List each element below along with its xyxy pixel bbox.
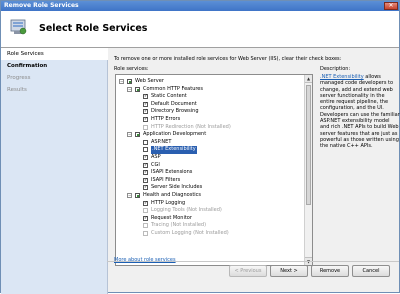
nav-item-confirmation[interactable]: Confirmation	[1, 60, 107, 72]
role-service-label: Logging Tools (Not Installed)	[151, 207, 222, 214]
tree-row[interactable]: ✓ CGI	[116, 162, 302, 170]
server-roles-icon	[10, 19, 27, 35]
description-label: Description:	[320, 66, 351, 72]
role-service-label: HTTP Redirection (Not Installed)	[151, 123, 231, 130]
role-service-label: Directory Browsing	[151, 108, 199, 115]
role-service-checkbox[interactable]: ✓	[143, 94, 148, 100]
title-bar: Remove Role Services ✕	[1, 1, 399, 11]
role-service-label: Application Development	[143, 131, 207, 138]
cancel-button[interactable]: Cancel	[352, 265, 390, 277]
tree-row[interactable]: ✓ Directory Browsing	[116, 108, 302, 116]
tree-row[interactable]: − Web Server	[116, 78, 302, 86]
role-service-checkbox[interactable]: ✓	[143, 215, 148, 221]
remove-button[interactable]: Remove	[311, 265, 349, 277]
tree-row[interactable]: − Health and Diagnostics	[116, 192, 302, 200]
tree-row[interactable]: ✓ Request Monitor	[116, 215, 302, 223]
role-service-label: Default Document	[151, 100, 197, 107]
tree-row[interactable]: Logging Tools (Not Installed)	[116, 207, 302, 215]
role-service-label: Server Side Includes	[151, 184, 203, 191]
tree-row[interactable]: ✓ Server Side Includes	[116, 184, 302, 192]
collapse-toggle-icon[interactable]: −	[127, 86, 132, 92]
tree-row[interactable]: − Application Development	[116, 131, 302, 139]
role-service-label: .NET Extensibility	[151, 146, 197, 154]
tree-scrollbar[interactable]: ▲ ▼	[304, 75, 312, 265]
role-service-label: HTTP Errors	[151, 116, 181, 122]
role-service-checkbox[interactable]	[143, 139, 148, 145]
role-service-checkbox[interactable]	[135, 86, 140, 92]
role-service-checkbox[interactable]: ✓	[143, 117, 148, 122]
footer-divider	[107, 261, 399, 262]
role-service-label: ASP.NET	[151, 138, 172, 145]
role-service-checkbox[interactable]: ✓	[143, 185, 148, 191]
collapse-toggle-icon[interactable]: −	[127, 132, 132, 138]
tree-row[interactable]: ✓ ISAPI Filters	[116, 177, 302, 185]
tree-row[interactable]: Custom Logging (Not Installed)	[116, 230, 302, 238]
role-services-label: Role services:	[114, 66, 149, 72]
tree-row[interactable]: ✓ HTTP Errors	[116, 116, 302, 124]
role-service-checkbox	[143, 231, 148, 236]
tree-row[interactable]: ✓ Static Content	[116, 93, 302, 101]
description-text: .NET Extensibility allows managed code d…	[320, 74, 400, 150]
role-service-checkbox[interactable]: ✓	[143, 170, 148, 176]
tree-row[interactable]: ✓ ASP	[116, 154, 302, 162]
role-service-label: Custom Logging (Not Installed)	[151, 230, 229, 236]
role-services-tree[interactable]: − Web Server − Common HTTP Features ✓ Static …	[115, 74, 313, 266]
tree-row[interactable]: ✓ ISAPI Extensions	[116, 169, 302, 177]
nav-item-role-services[interactable]: Role Services	[1, 48, 108, 60]
description-link[interactable]: .NET Extensibility	[320, 74, 364, 80]
tree-row[interactable]: Tracing (Not Installed)	[116, 222, 302, 230]
role-service-label: ISAPI Filters	[151, 176, 181, 183]
role-service-checkbox	[143, 208, 148, 214]
role-service-checkbox	[143, 124, 148, 130]
role-service-label: ASP	[151, 154, 161, 160]
role-service-label: CGI	[151, 161, 160, 168]
tree-list: − Web Server − Common HTTP Features ✓ Static …	[116, 75, 303, 265]
window-title: Remove Role Services	[4, 2, 79, 9]
scroll-up-icon[interactable]: ▲	[305, 75, 312, 83]
role-service-checkbox[interactable]: ✓	[143, 162, 148, 168]
collapse-toggle-icon[interactable]: −	[127, 193, 132, 198]
description-body: allows managed code developers to change…	[320, 74, 400, 150]
nav-item-progress: Progress	[7, 75, 31, 81]
role-service-checkbox[interactable]	[135, 193, 140, 198]
close-button[interactable]: ✕	[384, 2, 398, 10]
role-service-label: Tracing (Not Installed)	[151, 222, 207, 229]
remove-role-services-window: Remove Role Services ✕ Select Role Servi…	[0, 0, 400, 294]
role-service-label: ISAPI Extensions	[151, 169, 193, 176]
page-title: Select Role Services	[39, 23, 148, 34]
next-button[interactable]: Next >	[270, 265, 308, 277]
role-service-checkbox[interactable]	[143, 147, 148, 153]
role-service-checkbox[interactable]: ✓	[143, 200, 148, 206]
role-service-checkbox[interactable]	[135, 132, 140, 138]
more-about-link[interactable]: More about role services	[114, 257, 176, 263]
role-service-label: Web Server	[135, 78, 164, 84]
nav-item-results: Results	[7, 87, 27, 93]
collapse-toggle-icon[interactable]: −	[119, 79, 124, 84]
wizard-nav: Role Services Confirmation Progress Resu…	[1, 48, 108, 294]
role-service-checkbox	[143, 223, 148, 229]
role-service-label: Health and Diagnostics	[143, 192, 202, 198]
role-service-checkbox[interactable]: ✓	[143, 177, 148, 183]
role-service-checkbox[interactable]: ✓	[143, 101, 148, 107]
role-service-label: Static Content	[151, 93, 187, 100]
role-service-label: Request Monitor	[151, 214, 192, 221]
instruction-text: To remove one or more installed role ser…	[114, 56, 342, 62]
wizard-header: Select Role Services	[1, 11, 399, 48]
tree-row[interactable]: ✓ Default Document	[116, 101, 302, 109]
role-service-checkbox[interactable]: ✓	[143, 109, 148, 115]
tree-row[interactable]: − Common HTTP Features	[116, 86, 302, 94]
tree-row[interactable]: ✓ HTTP Logging	[116, 200, 302, 208]
tree-row[interactable]: HTTP Redirection (Not Installed)	[116, 124, 302, 132]
role-service-label: Common HTTP Features	[143, 85, 203, 92]
scroll-thumb[interactable]	[306, 85, 311, 205]
tree-row[interactable]: .NET Extensibility	[116, 146, 302, 154]
role-service-label: HTTP Logging	[151, 199, 186, 206]
role-service-checkbox[interactable]	[127, 79, 132, 84]
main-content: To remove one or more installed role ser…	[112, 48, 400, 294]
previous-button[interactable]: < Previous	[229, 265, 267, 277]
role-service-checkbox[interactable]: ✓	[143, 155, 148, 160]
tree-row[interactable]: ASP.NET	[116, 139, 302, 147]
